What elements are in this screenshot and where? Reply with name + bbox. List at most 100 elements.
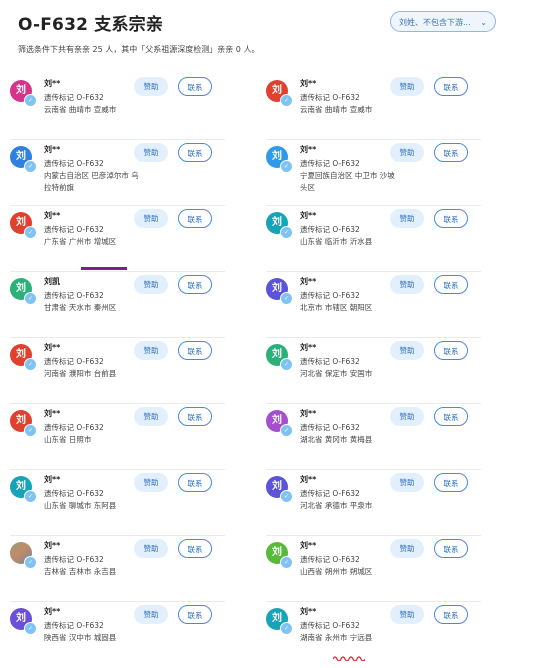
relative-card: 刘 ✓ 刘** 遗传标记 O-F632 湖北省 黄冈市 黄梅县 赞助 联系 bbox=[266, 404, 491, 470]
sponsor-button[interactable]: 赞助 bbox=[390, 77, 424, 96]
relative-location: 北京市 市辖区 朝阳区 bbox=[300, 303, 373, 312]
contact-button[interactable]: 联系 bbox=[434, 275, 468, 294]
genetic-marker: 遗传标记 O-F632 bbox=[44, 93, 104, 102]
genetic-marker: 遗传标记 O-F632 bbox=[44, 225, 104, 234]
verified-shield-icon: ✓ bbox=[280, 556, 293, 569]
verified-shield-icon: ✓ bbox=[280, 94, 293, 107]
verified-shield-icon: ✓ bbox=[24, 622, 37, 635]
sponsor-button[interactable]: 赞助 bbox=[390, 209, 424, 228]
verified-shield-icon: ✓ bbox=[24, 94, 37, 107]
contact-button[interactable]: 联系 bbox=[178, 209, 212, 228]
sponsor-button[interactable]: 赞助 bbox=[134, 77, 168, 96]
genetic-marker: 遗传标记 O-F632 bbox=[300, 423, 360, 432]
filter-dropdown[interactable]: 刘姓、不包含下游... ⌄ bbox=[390, 11, 496, 32]
relative-location: 山东省 临沂市 沂水县 bbox=[300, 237, 373, 246]
sponsor-button[interactable]: 赞助 bbox=[390, 605, 424, 624]
contact-button[interactable]: 联系 bbox=[178, 275, 212, 294]
genetic-marker: 遗传标记 O-F632 bbox=[44, 291, 104, 300]
sponsor-button[interactable]: 赞助 bbox=[134, 473, 168, 492]
relative-card: 刘 ✓ 刘** 遗传标记 O-F632 山东省 临沂市 沂水县 赞助 联系 bbox=[266, 206, 491, 272]
filter-label: 刘姓、不包含下游... bbox=[399, 18, 471, 27]
relative-name: 刘** bbox=[300, 607, 317, 616]
relative-location: 河北省 承德市 平泉市 bbox=[300, 501, 373, 510]
contact-button[interactable]: 联系 bbox=[178, 143, 212, 162]
annotation-underline bbox=[81, 267, 127, 270]
genetic-marker: 遗传标记 O-F632 bbox=[300, 357, 360, 366]
relative-name: 刘凯 bbox=[44, 277, 60, 286]
contact-button[interactable]: 联系 bbox=[434, 341, 468, 360]
relative-location: 山东省 日照市 bbox=[44, 435, 92, 444]
sponsor-button[interactable]: 赞助 bbox=[134, 275, 168, 294]
sponsor-button[interactable]: 赞助 bbox=[390, 407, 424, 426]
relative-name: 刘** bbox=[44, 145, 61, 154]
contact-button[interactable]: 联系 bbox=[434, 209, 468, 228]
verified-shield-icon: ✓ bbox=[24, 490, 37, 503]
relative-card: 刘 ✓ 刘** 遗传标记 O-F632 宁夏回族自治区 中卫市 沙坡头区 赞助 联系 bbox=[266, 140, 491, 206]
relative-card: 刘 ✓ 刘** 遗传标记 O-F632 云南省 曲靖市 宣威市 赞助 联系 bbox=[10, 74, 235, 140]
genetic-marker: 遗传标记 O-F632 bbox=[44, 159, 104, 168]
verified-shield-icon: ✓ bbox=[24, 160, 37, 173]
relative-name: 刘** bbox=[44, 541, 61, 550]
contact-button[interactable]: 联系 bbox=[434, 77, 468, 96]
genetic-marker: 遗传标记 O-F632 bbox=[300, 555, 360, 564]
relative-name: 刘** bbox=[300, 343, 317, 352]
relative-name: 刘** bbox=[300, 79, 317, 88]
relative-name: 刘** bbox=[44, 607, 61, 616]
contact-button[interactable]: 联系 bbox=[178, 407, 212, 426]
relative-name: 刘** bbox=[300, 541, 317, 550]
relative-card: 刘 ✓ 刘** 遗传标记 O-F632 湖南省 永州市 宁远县 赞助 联系 bbox=[266, 602, 491, 668]
verified-shield-icon: ✓ bbox=[280, 622, 293, 635]
verified-shield-icon: ✓ bbox=[280, 358, 293, 371]
relative-card: 刘 ✓ 刘** 遗传标记 O-F632 山西省 朔州市 朔城区 赞助 联系 bbox=[266, 536, 491, 602]
relative-location: 河北省 保定市 安国市 bbox=[300, 369, 373, 378]
contact-button[interactable]: 联系 bbox=[178, 539, 212, 558]
relative-card: 刘 ✓ 刘** 遗传标记 O-F632 云南省 曲靖市 宣威市 赞助 联系 bbox=[266, 74, 491, 140]
genetic-marker: 遗传标记 O-F632 bbox=[44, 555, 104, 564]
relative-name: 刘** bbox=[44, 409, 61, 418]
relative-location: 云南省 曲靖市 宣威市 bbox=[300, 105, 373, 114]
contact-button[interactable]: 联系 bbox=[434, 407, 468, 426]
relative-location: 云南省 曲靖市 宣威市 bbox=[44, 105, 117, 114]
contact-button[interactable]: 联系 bbox=[434, 605, 468, 624]
sponsor-button[interactable]: 赞助 bbox=[134, 539, 168, 558]
relative-card: 刘 ✓ 刘** 遗传标记 O-F632 河南省 濮阳市 台前县 赞助 联系 bbox=[10, 338, 235, 404]
contact-button[interactable]: 联系 bbox=[178, 341, 212, 360]
genetic-marker: 遗传标记 O-F632 bbox=[300, 225, 360, 234]
relative-location: 湖北省 黄冈市 黄梅县 bbox=[300, 435, 373, 444]
sponsor-button[interactable]: 赞助 bbox=[134, 341, 168, 360]
relative-card: 刘 ✓ 刘** 遗传标记 O-F632 内蒙古自治区 巴彦淖尔市 乌拉特前旗 赞助 联系 bbox=[10, 140, 235, 206]
sponsor-button[interactable]: 赞助 bbox=[134, 407, 168, 426]
relative-name: 刘** bbox=[300, 475, 317, 484]
relative-card: ✓ 刘** 遗传标记 O-F632 吉林省 吉林市 永吉县 赞助 联系 bbox=[10, 536, 235, 602]
contact-button[interactable]: 联系 bbox=[178, 605, 212, 624]
sponsor-button[interactable]: 赞助 bbox=[390, 539, 424, 558]
relative-location: 甘肃省 天水市 秦州区 bbox=[44, 303, 117, 312]
contact-button[interactable]: 联系 bbox=[434, 539, 468, 558]
contact-button[interactable]: 联系 bbox=[434, 473, 468, 492]
sponsor-button[interactable]: 赞助 bbox=[390, 473, 424, 492]
sponsor-button[interactable]: 赞助 bbox=[134, 605, 168, 624]
verified-shield-icon: ✓ bbox=[24, 292, 37, 305]
sponsor-button[interactable]: 赞助 bbox=[134, 143, 168, 162]
page-title: O-F632 支系宗亲 bbox=[18, 15, 164, 35]
verified-shield-icon: ✓ bbox=[280, 226, 293, 239]
sponsor-button[interactable]: 赞助 bbox=[390, 275, 424, 294]
relative-location: 山西省 朔州市 朔城区 bbox=[300, 567, 373, 576]
verified-shield-icon: ✓ bbox=[280, 292, 293, 305]
relative-name: 刘** bbox=[44, 211, 61, 220]
contact-button[interactable]: 联系 bbox=[178, 473, 212, 492]
relative-location: 宁夏回族自治区 中卫市 沙坡头区 bbox=[300, 171, 395, 192]
relative-location: 内蒙古自治区 巴彦淖尔市 乌拉特前旗 bbox=[44, 171, 139, 192]
verified-shield-icon: ✓ bbox=[24, 424, 37, 437]
sponsor-button[interactable]: 赞助 bbox=[390, 143, 424, 162]
sponsor-button[interactable]: 赞助 bbox=[134, 209, 168, 228]
filter-summary: 筛选条件下共有亲亲 25 人，其中「父系祖源深度检测」亲亲 0 人。 bbox=[18, 45, 260, 54]
genetic-marker: 遗传标记 O-F632 bbox=[44, 489, 104, 498]
verified-shield-icon: ✓ bbox=[280, 490, 293, 503]
genetic-marker: 遗传标记 O-F632 bbox=[44, 423, 104, 432]
relative-card: 刘 ✓ 刘** 遗传标记 O-F632 河北省 承德市 平泉市 赞助 联系 bbox=[266, 470, 491, 536]
contact-button[interactable]: 联系 bbox=[434, 143, 468, 162]
contact-button[interactable]: 联系 bbox=[178, 77, 212, 96]
relative-name: 刘** bbox=[300, 145, 317, 154]
sponsor-button[interactable]: 赞助 bbox=[390, 341, 424, 360]
